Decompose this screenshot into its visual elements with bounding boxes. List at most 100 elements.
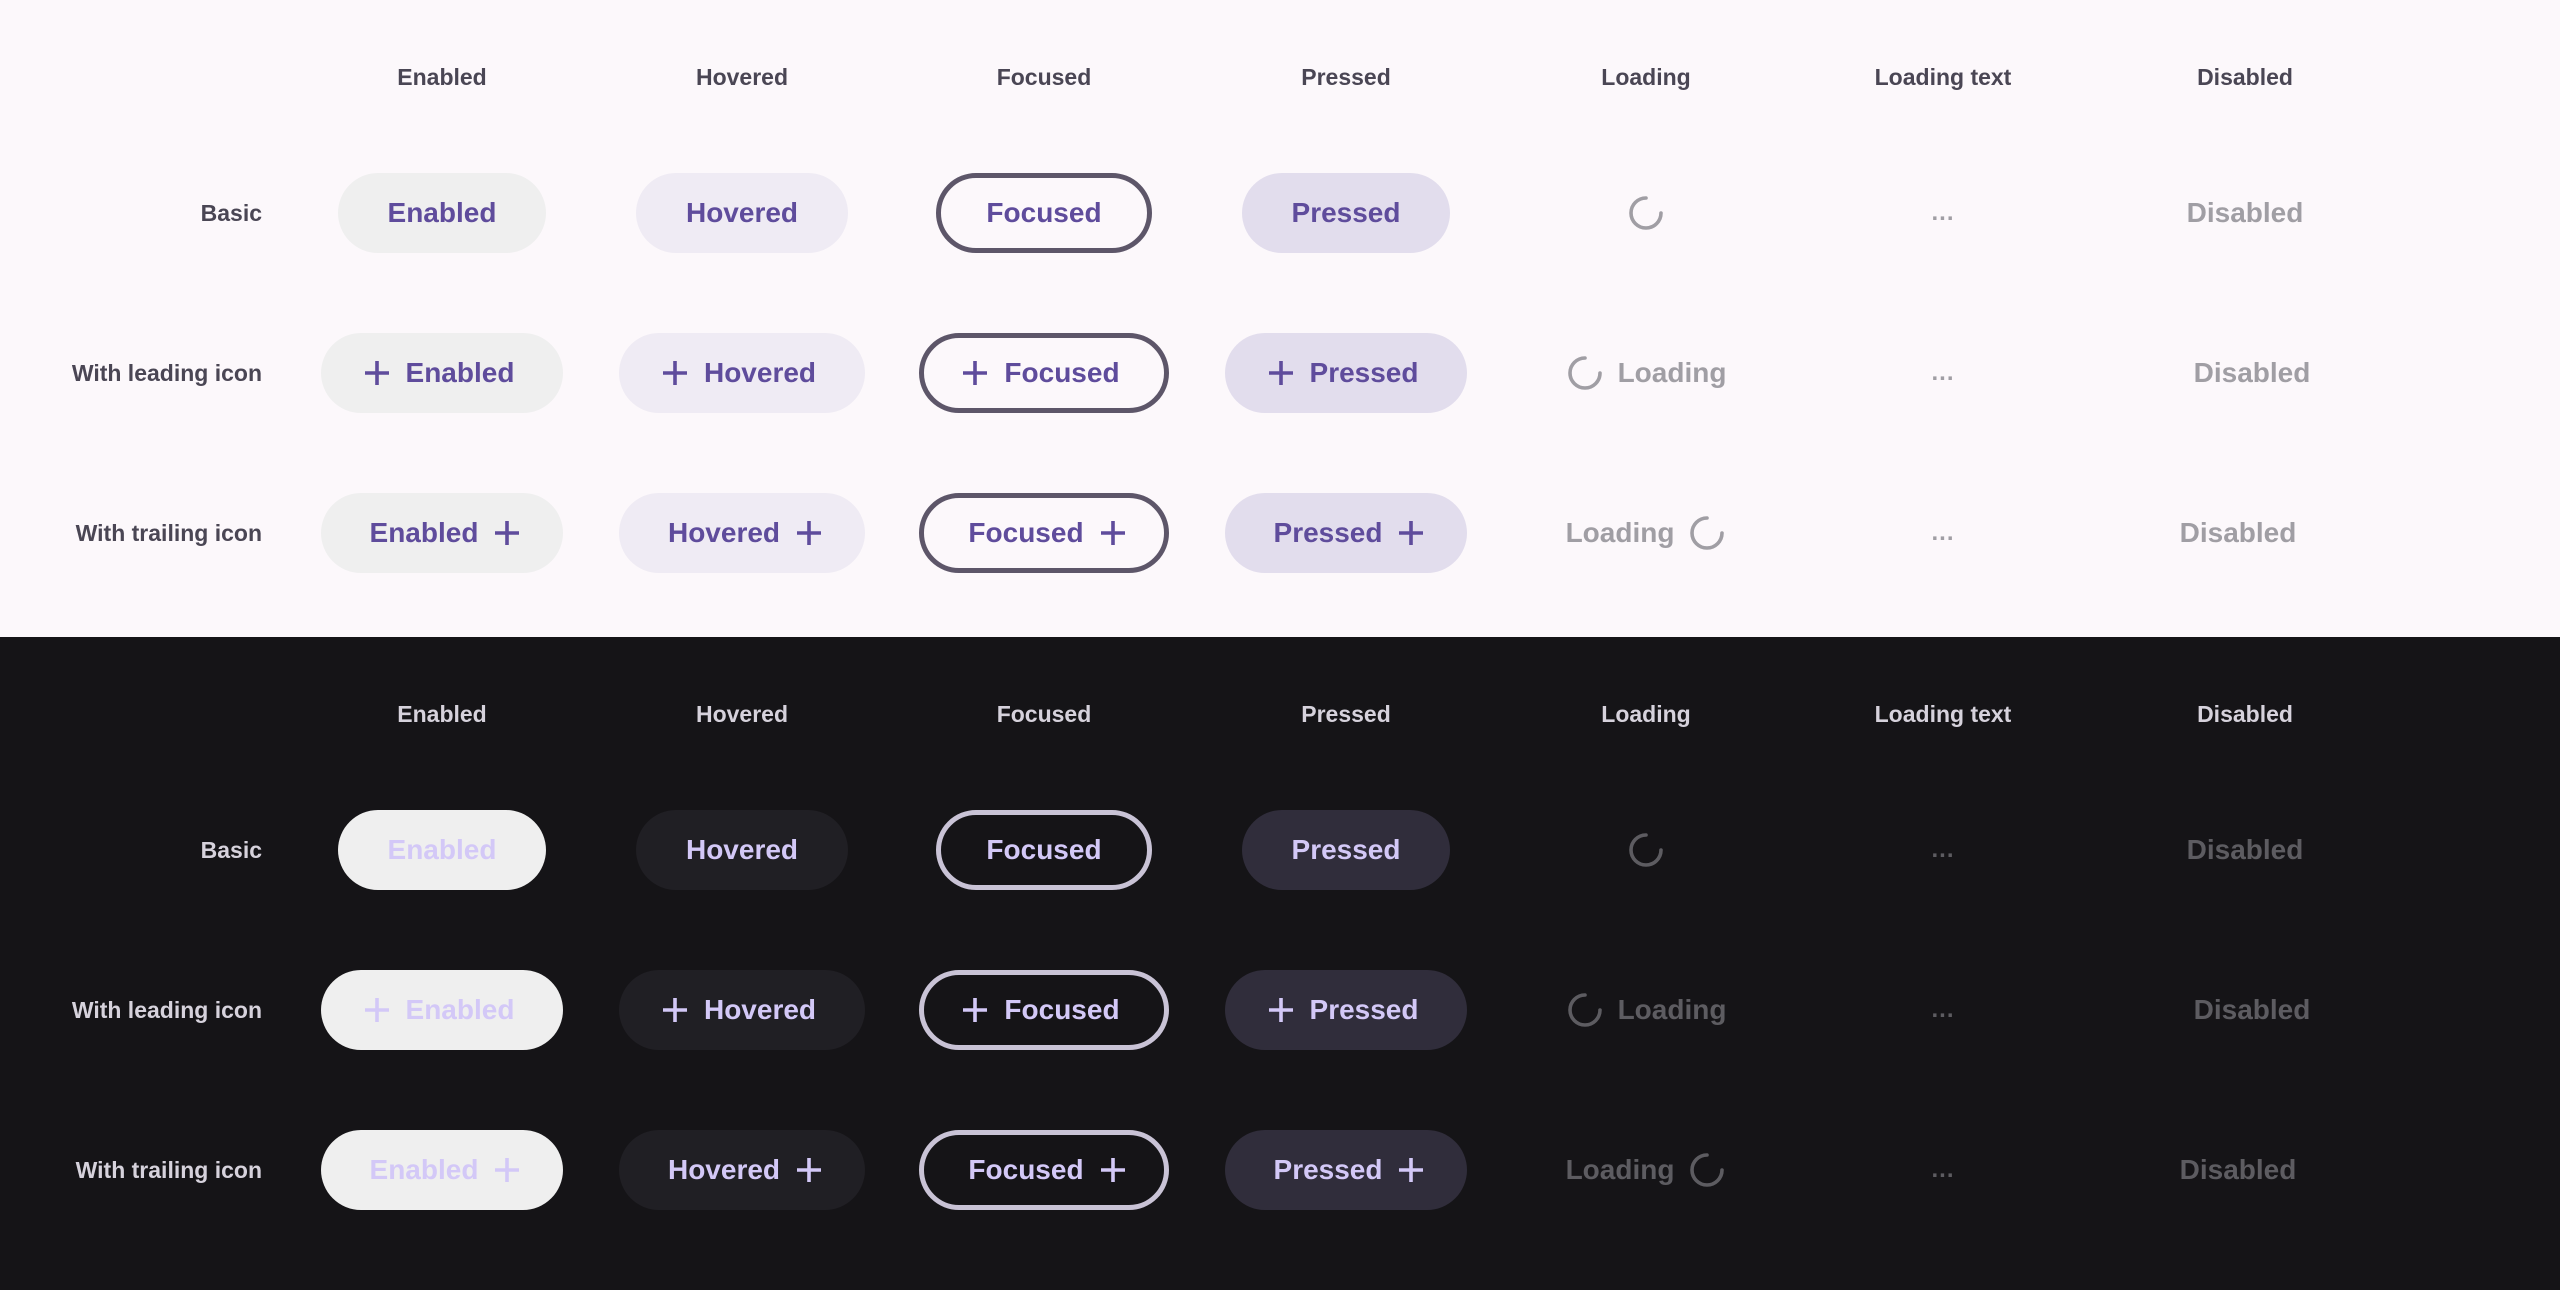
cell-loading — [1496, 173, 1796, 253]
plus-icon — [1098, 518, 1128, 548]
disabled-button-label: Disabled — [2193, 357, 2311, 388]
column-header-disabled: Disabled — [2197, 63, 2293, 90]
hovered-button-label: Hovered — [685, 197, 799, 228]
column-header-loading-text: Loading text — [1874, 700, 2012, 727]
plus-icon — [794, 518, 824, 548]
focused-button-label: Focused — [968, 1154, 1084, 1185]
column-header-enabled: Enabled — [397, 700, 487, 727]
cell-loading: Loading — [1496, 1130, 1796, 1210]
hovered-button[interactable]: Hovered — [635, 173, 849, 253]
disabled-button-label: Disabled — [2179, 517, 2297, 548]
disabled-button-label: Disabled — [2186, 834, 2304, 865]
column-header-pressed: Pressed — [1301, 63, 1391, 90]
pressed-button[interactable]: Pressed — [1241, 810, 1451, 890]
cell-disabled: Disabled — [2095, 1130, 2395, 1210]
plus-icon — [1266, 358, 1296, 388]
row-label-trailing-icon: With trailing icon — [75, 1156, 262, 1183]
cell-loading-text: ... — [1793, 333, 2093, 413]
cell-disabled: Disabled — [2095, 333, 2395, 413]
column-header-focused: Focused — [996, 63, 1092, 90]
loading-text-ellipsis: ... — [1931, 199, 1955, 226]
cell-loading: Loading — [1496, 493, 1796, 573]
hovered-button[interactable]: Hovered — [618, 333, 866, 413]
enabled-button-label: Enabled — [387, 197, 497, 228]
focused-button[interactable]: Focused — [936, 173, 1152, 253]
cell-enabled: Enabled — [292, 1130, 592, 1210]
column-header-hovered: Hovered — [695, 63, 789, 90]
cell-hovered: Hovered — [592, 1130, 892, 1210]
hovered-button-label: Hovered — [703, 357, 817, 388]
loading-button-label: Loading — [1617, 994, 1727, 1025]
spinner-icon — [1566, 354, 1604, 392]
pressed-button[interactable]: Pressed — [1224, 333, 1468, 413]
cell-loading — [1496, 810, 1796, 890]
cell-enabled: Enabled — [292, 173, 592, 253]
pressed-button[interactable]: Pressed — [1224, 970, 1468, 1050]
pressed-button-label: Pressed — [1291, 197, 1401, 228]
pressed-button[interactable]: Pressed — [1224, 1130, 1468, 1210]
hovered-button-label: Hovered — [685, 834, 799, 865]
cell-loading-text: ... — [1793, 1130, 2093, 1210]
row-label-leading-icon: With leading icon — [71, 359, 262, 386]
cell-focused: Focused — [894, 173, 1194, 253]
focused-button[interactable]: Focused — [936, 810, 1152, 890]
enabled-button[interactable]: Enabled — [320, 333, 564, 413]
column-header-pressed: Pressed — [1301, 700, 1391, 727]
plus-icon — [794, 1155, 824, 1185]
enabled-button[interactable]: Enabled — [320, 493, 564, 573]
cell-enabled: Enabled — [292, 970, 592, 1050]
cell-pressed: Pressed — [1196, 810, 1496, 890]
enabled-button[interactable]: Enabled — [320, 970, 564, 1050]
focused-button[interactable]: Focused — [919, 493, 1169, 573]
column-header-hovered: Hovered — [695, 700, 789, 727]
focused-button[interactable]: Focused — [919, 1130, 1169, 1210]
cell-pressed: Pressed — [1196, 173, 1496, 253]
pressed-button[interactable]: Pressed — [1241, 173, 1451, 253]
loading-button-label: Loading — [1565, 1154, 1675, 1185]
cell-enabled: Enabled — [292, 810, 592, 890]
spinner-icon — [1627, 194, 1665, 232]
loading-button: Loading — [1566, 991, 1727, 1029]
loading-text-ellipsis: ... — [1931, 836, 1955, 863]
column-header-focused: Focused — [996, 700, 1092, 727]
cell-focused: Focused — [894, 810, 1194, 890]
enabled-button[interactable]: Enabled — [320, 1130, 564, 1210]
disabled-button-label: Disabled — [2179, 1154, 2297, 1185]
loading-button-label: Loading — [1565, 517, 1675, 548]
hovered-button[interactable]: Hovered — [618, 493, 866, 573]
column-header-disabled: Disabled — [2197, 700, 2293, 727]
enabled-button[interactable]: Enabled — [337, 810, 547, 890]
dark-theme-panel: Enabled Hovered Focused Pressed Loading Loadi… — [0, 637, 2560, 1290]
hovered-button[interactable]: Hovered — [635, 810, 849, 890]
enabled-button-label: Enabled — [369, 1154, 479, 1185]
plus-icon — [960, 995, 990, 1025]
loading-button — [1627, 831, 1665, 869]
focused-button[interactable]: Focused — [919, 333, 1169, 413]
hovered-button[interactable]: Hovered — [618, 1130, 866, 1210]
pressed-button-label: Pressed — [1309, 994, 1419, 1025]
enabled-button[interactable]: Enabled — [337, 173, 547, 253]
focused-button[interactable]: Focused — [919, 970, 1169, 1050]
pressed-button-label: Pressed — [1309, 357, 1419, 388]
hovered-button[interactable]: Hovered — [618, 970, 866, 1050]
cell-disabled: Disabled — [2095, 970, 2395, 1050]
disabled-button: Disabled — [2180, 1154, 2311, 1186]
loading-button-label: Loading — [1617, 357, 1727, 388]
focused-button-label: Focused — [968, 517, 1084, 548]
plus-icon — [960, 358, 990, 388]
focused-button-label: Focused — [1004, 994, 1120, 1025]
cell-disabled: Disabled — [2095, 810, 2395, 890]
cell-enabled: Enabled — [292, 493, 592, 573]
enabled-button-label: Enabled — [405, 357, 515, 388]
disabled-button: Disabled — [2180, 357, 2311, 389]
row-label-leading-icon: With leading icon — [71, 996, 262, 1023]
cell-pressed: Pressed — [1196, 970, 1496, 1050]
cell-enabled: Enabled — [292, 333, 592, 413]
spinner-icon — [1688, 514, 1726, 552]
pressed-button[interactable]: Pressed — [1224, 493, 1468, 573]
cell-hovered: Hovered — [592, 173, 892, 253]
disabled-button: Disabled — [2187, 197, 2304, 229]
cell-hovered: Hovered — [592, 493, 892, 573]
cell-disabled: Disabled — [2095, 493, 2395, 573]
plus-icon — [1396, 1155, 1426, 1185]
